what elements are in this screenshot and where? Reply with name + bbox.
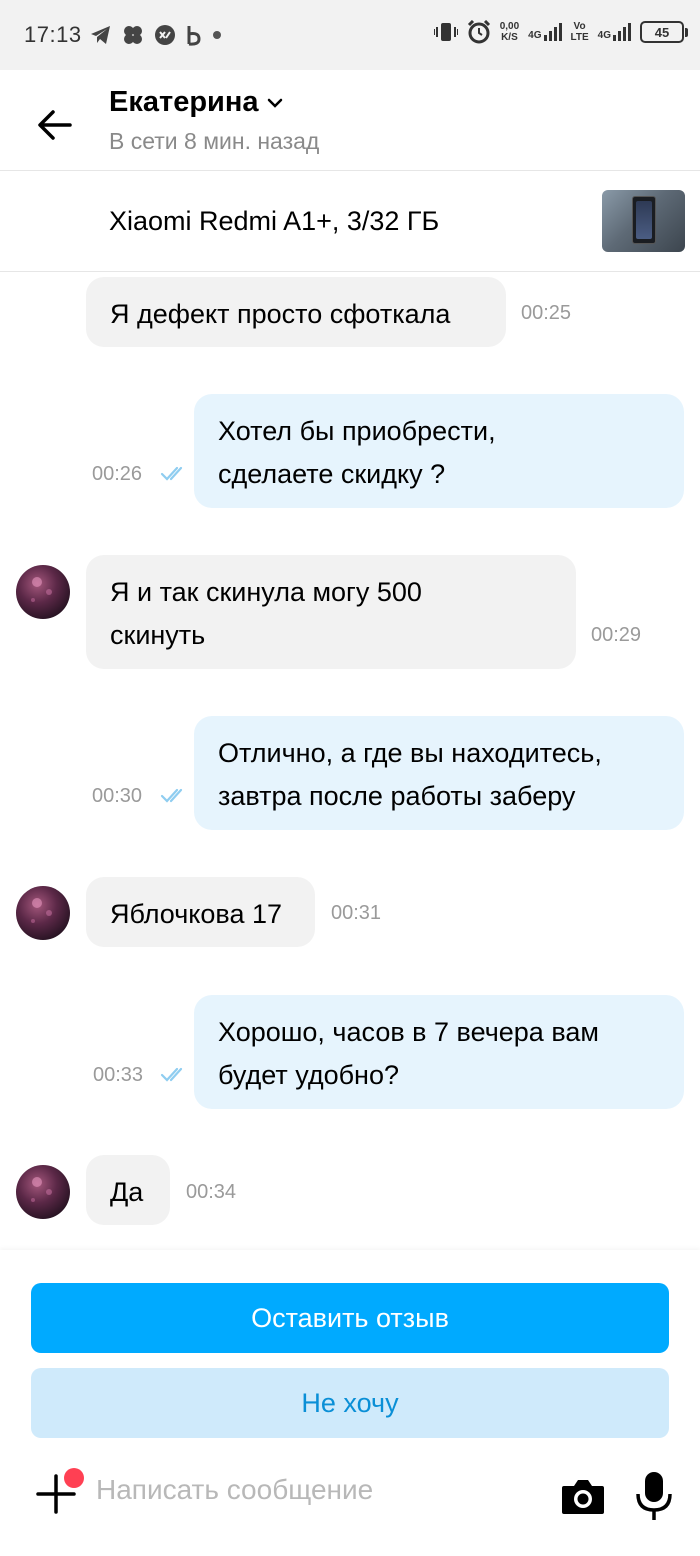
listing-bar[interactable]: Xiaomi Redmi A1+, 3/32 ГБ	[0, 172, 700, 272]
message-time: 00:26	[92, 463, 143, 485]
system-icons: 0,00 K/S 4G Vo LTE 4G 45	[433, 20, 688, 44]
contact-status: В сети 8 мин. назад	[109, 128, 320, 154]
message-text: Я дефект просто сфоткала	[110, 299, 451, 329]
avatar[interactable]	[16, 1165, 70, 1219]
app-cluster-icon	[124, 26, 142, 44]
message-time: 00:34	[186, 1181, 237, 1203]
message-text-line: скинуть	[110, 620, 206, 650]
leave-review-button[interactable]: Оставить отзыв	[31, 1283, 669, 1353]
back-button[interactable]	[30, 100, 80, 150]
volte-indicator: Vo LTE	[571, 21, 589, 43]
message-text-line: Хотел бы приобрести,	[218, 416, 496, 446]
message-bubble-incoming[interactable]: Яблочкова 17	[86, 877, 315, 947]
telegram-icon	[91, 26, 110, 44]
message-text-line: сделаете скидку ?	[218, 459, 446, 489]
message-bubble-incoming[interactable]: Я дефект просто сфоткала	[86, 277, 506, 347]
battery-icon: 45	[640, 21, 688, 43]
status-bar: 17:13 0,00 K/S 4G Vo LTE 4G 45	[0, 0, 700, 70]
volte-top: Vo	[573, 21, 586, 32]
net-speed-unit: K/S	[501, 32, 518, 43]
message-bubble-outgoing[interactable]: Хорошо, часов в 7 вечера вам будет удобн…	[194, 995, 684, 1109]
notification-icons	[90, 24, 222, 46]
message-text-line: завтра после работы заберу	[218, 781, 576, 811]
message-bubble-incoming[interactable]: Я и так скинула могу 500 скинуть	[86, 555, 576, 669]
notification-dot	[64, 1468, 84, 1488]
message-text: Яблочкова 17	[110, 899, 283, 929]
vibrate-icon	[433, 23, 458, 41]
message-text: Да	[110, 1177, 144, 1207]
more-dot-icon	[213, 31, 221, 39]
app-badge-icon	[155, 25, 175, 45]
listing-thumbnail[interactable]	[602, 190, 685, 252]
message-bubble-outgoing[interactable]: Отлично, а где вы находитесь, завтра пос…	[194, 716, 684, 830]
read-checks-icon	[160, 1067, 183, 1082]
volte-bottom: LTE	[570, 32, 589, 43]
camera-icon[interactable]	[560, 1474, 606, 1520]
message-text-line: Я и так скинула могу 500	[110, 577, 422, 607]
alarm-icon	[467, 20, 490, 44]
read-checks-icon	[160, 788, 183, 803]
listing-title: Xiaomi Redmi A1+, 3/32 ГБ	[109, 206, 440, 236]
signal-bars-2-icon	[613, 23, 631, 41]
message-input[interactable]: Написать сообщение	[96, 1474, 373, 1506]
message-text-line: Отлично, а где вы находитесь,	[218, 738, 602, 768]
read-checks-icon	[160, 466, 183, 481]
net-speed: 0,00 K/S	[500, 21, 519, 43]
net-speed-value: 0,00	[499, 21, 520, 32]
network-type-1: 4G	[528, 30, 542, 41]
contact-name-button[interactable]: Екатерина	[109, 86, 283, 119]
message-time: 00:25	[521, 302, 572, 324]
message-time: 00:33	[93, 1064, 144, 1086]
bottom-panel: Оставить отзыв Не хочу Написать сообщени…	[0, 1250, 700, 1556]
signal-2: 4G	[598, 23, 631, 41]
message-text-line: Хорошо, часов в 7 вечера вам	[218, 1017, 599, 1047]
decline-button[interactable]: Не хочу	[31, 1368, 669, 1438]
message-text-line: будет удобно?	[218, 1060, 399, 1090]
chevron-down-icon	[267, 98, 282, 108]
microphone-icon[interactable]	[634, 1470, 674, 1522]
chat-header: Екатерина В сети 8 мин. назад	[0, 70, 700, 171]
message-time: 00:31	[331, 902, 382, 924]
contact-name: Екатерина	[109, 86, 259, 118]
signal-1: 4G	[528, 23, 562, 41]
arrow-left-icon	[38, 110, 72, 140]
message-time: 00:29	[591, 624, 642, 646]
bold-b-icon	[187, 26, 201, 46]
avatar[interactable]	[16, 886, 70, 940]
battery-level: 45	[654, 24, 670, 40]
message-bubble-incoming[interactable]: Да	[86, 1155, 170, 1225]
avatar[interactable]	[16, 565, 70, 619]
signal-bars-1-icon	[543, 23, 562, 41]
message-bubble-outgoing[interactable]: Хотел бы приобрести, сделаете скидку ?	[194, 394, 684, 508]
network-type-2: 4G	[597, 30, 611, 41]
message-time: 00:30	[92, 785, 143, 807]
status-time: 17:13	[24, 22, 82, 47]
